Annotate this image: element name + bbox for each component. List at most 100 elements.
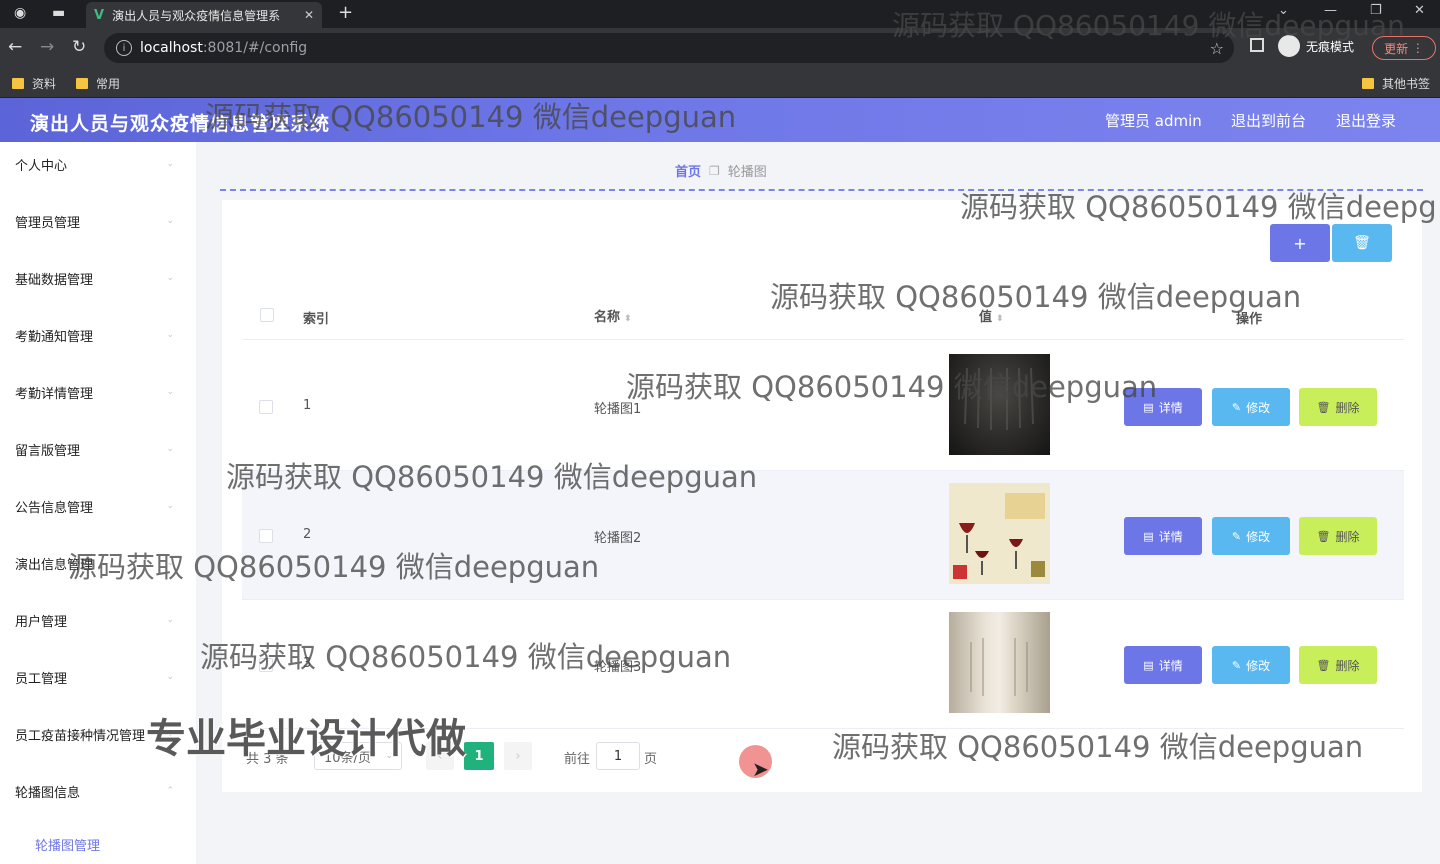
update-button[interactable]: 更新 ⋮ (1372, 36, 1436, 60)
bookmark-label: 资料 (32, 77, 57, 91)
edit-button[interactable]: ✎ 修改 (1212, 388, 1290, 426)
sidebar-item-admins[interactable]: 管理员管理 ⌄ (0, 201, 196, 241)
carousel-image-thumbnail[interactable] (949, 354, 1050, 455)
admin-user-label: 管理员 admin (1105, 112, 1202, 130)
sidebar-item-attendance-notice[interactable]: 考勤通知管理 ⌄ (0, 315, 196, 355)
bookmark-folder-ziliao[interactable]: 资料 (12, 75, 56, 92)
restore-icon[interactable]: ❐ (1370, 3, 1382, 18)
app-header: 演出人员与观众疫情信息管理系统 管理员 admin 退出到前台 退出登录 (0, 98, 1440, 142)
sidebar-item-label: 公告信息管理 (15, 500, 94, 516)
incognito-indicator[interactable]: 无痕模式 (1278, 35, 1354, 57)
back-icon[interactable]: ← (8, 37, 22, 57)
sort-icon[interactable]: ⬍ (996, 314, 1004, 324)
breadcrumb-home[interactable]: 首页 (675, 161, 701, 180)
row-name: 轮播图3 (594, 660, 642, 675)
detail-label: 详情 (1158, 400, 1183, 415)
breadcrumb-current: 轮播图 (727, 165, 767, 180)
plus-icon: + (1293, 233, 1307, 253)
row-name: 轮播图1 (594, 402, 642, 417)
url-input[interactable]: i localhost:8081/#/config ☆ (104, 33, 1234, 63)
tab-title: 演出人员与观众疫情信息管理系 (112, 8, 281, 23)
detail-button[interactable]: ▤ 详情 (1124, 646, 1202, 684)
column-header-name[interactable]: 名称 ⬍ (594, 306, 632, 325)
edit-label: 修改 (1246, 658, 1271, 673)
new-tab-icon[interactable]: + (338, 2, 353, 23)
detail-label: 详情 (1158, 529, 1183, 544)
address-bar-row: ← → ↻ i localhost:8081/#/config ☆ 无痕模式 更… (0, 28, 1440, 68)
delete-button[interactable]: 🗑 删除 (1299, 517, 1377, 555)
incognito-label: 无痕模式 (1306, 39, 1355, 54)
tab-close-icon[interactable]: ✕ (304, 8, 314, 22)
minimize-icon[interactable]: — (1324, 3, 1337, 18)
sidebar-item-attendance-detail[interactable]: 考勤详情管理 ⌄ (0, 372, 196, 412)
sidebar-item-staff[interactable]: 员工管理 ⌄ (0, 657, 196, 697)
edit-button[interactable]: ✎ 修改 (1212, 646, 1290, 684)
tab-overview-icon[interactable]: ▬ (52, 5, 65, 21)
goto-page-input[interactable]: 1 (596, 742, 640, 770)
sidebar-item-label: 基础数据管理 (15, 272, 94, 288)
incognito-icon (1278, 35, 1300, 57)
to-front-link[interactable]: 退出到前台 (1231, 110, 1306, 131)
sidebar-subitem-label: 轮播图管理 (35, 838, 101, 854)
reload-icon[interactable]: ↻ (72, 37, 86, 57)
carousel-image-thumbnail[interactable] (949, 612, 1050, 713)
folder-icon (76, 78, 88, 89)
sidebar-item-label: 轮播图信息 (15, 785, 81, 801)
chevron-down-icon: ⌄ (166, 558, 174, 568)
detail-button[interactable]: ▤ 详情 (1124, 388, 1202, 426)
sidebar-item-profile[interactable]: 个人中心 ⌄ (0, 144, 196, 184)
bookmark-folder-changyong[interactable]: 常用 (76, 75, 120, 92)
row-index: 3 (303, 656, 312, 671)
row-checkbox[interactable] (259, 529, 273, 543)
row-checkbox[interactable] (259, 658, 273, 672)
add-button[interactable]: + (1270, 224, 1330, 262)
curtain-image (964, 367, 1034, 430)
detail-button[interactable]: ▤ 详情 (1124, 517, 1202, 555)
column-header-value[interactable]: 值 ⬍ (979, 306, 1004, 325)
next-page-button[interactable]: › (504, 742, 532, 770)
close-window-icon[interactable]: ✕ (1414, 3, 1425, 18)
select-all-checkbox[interactable] (260, 308, 274, 322)
browser-tab[interactable]: V 演出人员与观众疫情信息管理系 ✕ (86, 2, 322, 28)
site-info-icon[interactable]: i (116, 40, 132, 56)
row-name: 轮播图2 (594, 531, 642, 546)
sidebar-subitem-carousel-manage[interactable]: 轮播图管理 (0, 824, 196, 864)
chevron-up-icon: ⌃ (166, 786, 174, 796)
bookmark-star-icon[interactable]: ☆ (1210, 39, 1224, 58)
table-header: 索引 名称 ⬍ 值 ⬍ 操作 (242, 290, 1404, 340)
browser-logo-icon: ◉ (14, 5, 27, 21)
sidebar-item-users[interactable]: 用户管理 ⌄ (0, 600, 196, 640)
trash-icon: 🗑 (1316, 658, 1331, 672)
delete-button[interactable]: 🗑 删除 (1299, 646, 1377, 684)
edit-icon: ✎ (1231, 658, 1242, 672)
sort-icon[interactable]: ⬍ (624, 314, 632, 324)
sidebar-item-base-data[interactable]: 基础数据管理 ⌄ (0, 258, 196, 298)
page-suffix: 页 (644, 752, 658, 767)
page-number-current[interactable]: 1 (464, 742, 494, 770)
other-bookmarks[interactable]: 其他书签 (1362, 75, 1430, 92)
sidebar-item-messages[interactable]: 留言版管理 ⌄ (0, 429, 196, 469)
sidebar-item-performances[interactable]: 演出信息管理 ⌄ (0, 543, 196, 583)
app-title: 演出人员与观众疫情信息管理系统 (30, 113, 331, 135)
trash-icon: 🗑 (1316, 529, 1331, 543)
delete-label: 删除 (1335, 400, 1360, 415)
chevron-down-icon: ⌄ (166, 615, 174, 625)
forward-icon[interactable]: → (40, 37, 54, 57)
url-path: :8081/#/config (202, 40, 308, 56)
carousel-image-thumbnail[interactable] (949, 483, 1050, 584)
detail-label: 详情 (1158, 658, 1183, 673)
sidebar-item-announcements[interactable]: 公告信息管理 ⌄ (0, 486, 196, 526)
delete-button[interactable]: 🗑 删除 (1299, 388, 1377, 426)
tab-search-icon[interactable]: ⌄ (1278, 3, 1289, 18)
breadcrumb-divider (220, 189, 1423, 191)
logout-link[interactable]: 退出登录 (1336, 110, 1396, 131)
chevron-down-icon: ⌄ (166, 387, 174, 397)
row-checkbox[interactable] (259, 400, 273, 414)
side-panel-icon[interactable] (1250, 38, 1264, 52)
sidebar-item-carousel-info[interactable]: 轮播图信息 ⌃ (0, 771, 196, 811)
breadcrumb-separator-icon: ❐ (709, 163, 720, 178)
chevron-down-icon: ⌄ (166, 330, 174, 340)
batch-delete-button[interactable]: 🗑 (1332, 224, 1392, 262)
edit-button[interactable]: ✎ 修改 (1212, 517, 1290, 555)
sidebar-item-label: 考勤详情管理 (15, 386, 94, 402)
